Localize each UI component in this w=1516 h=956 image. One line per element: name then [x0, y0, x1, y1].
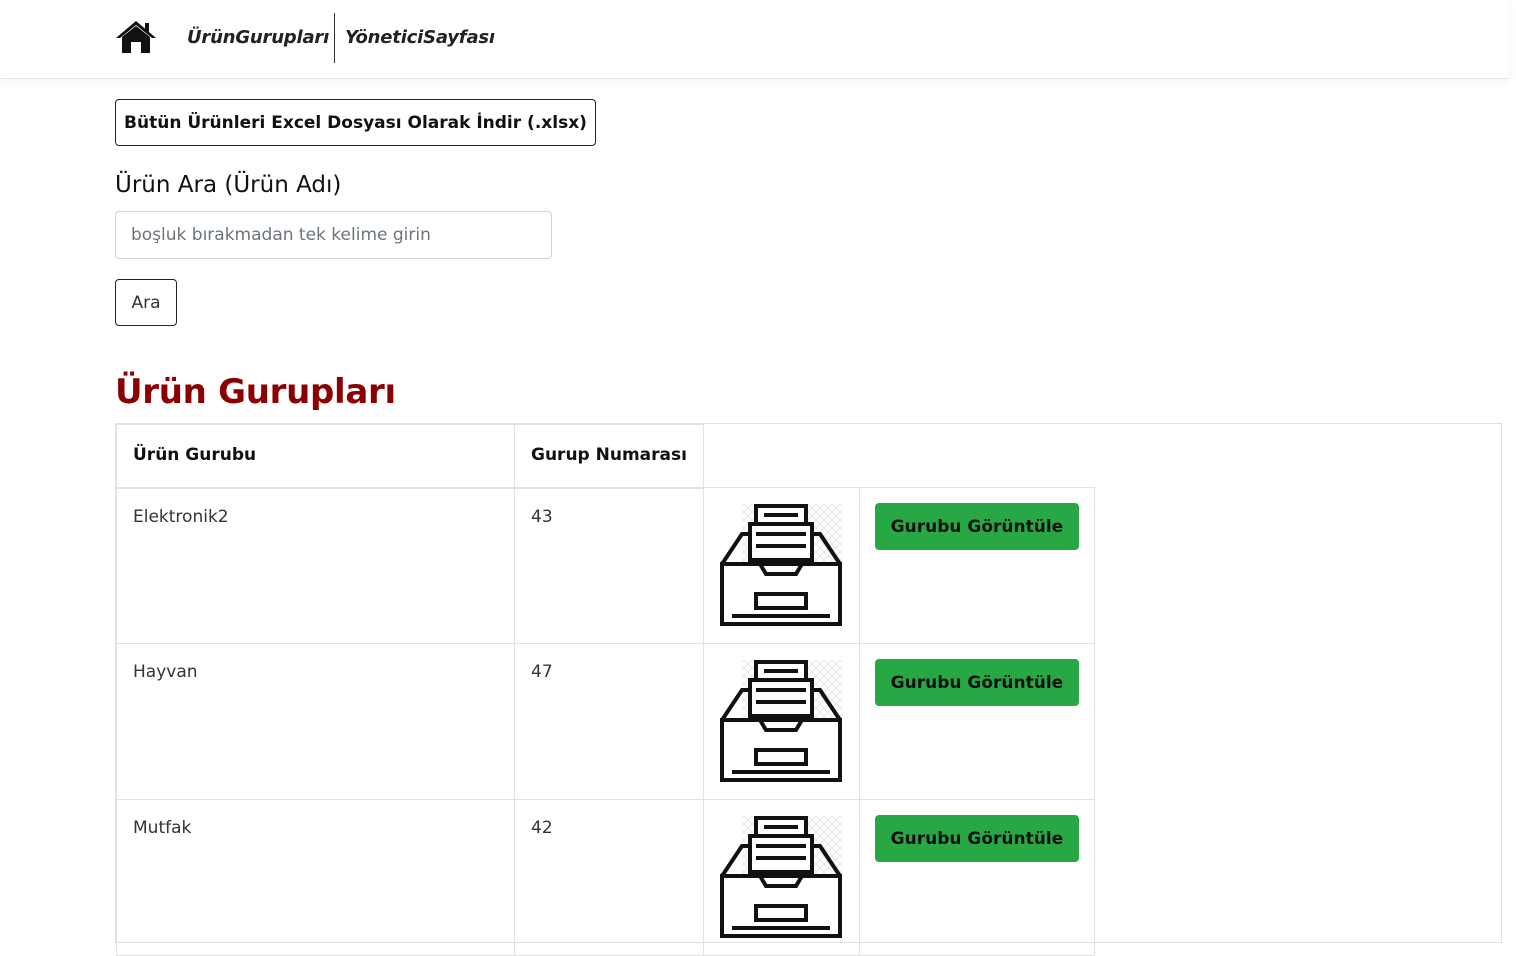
table-row: Hayvan 47 Gurubu Görüntüle: [116, 643, 1095, 800]
group-number: 47: [531, 662, 553, 682]
group-number-cell: 43: [514, 487, 704, 644]
nav-divider: [334, 13, 335, 63]
file-drawer-icon: [719, 660, 842, 782]
group-number: 42: [531, 818, 553, 838]
group-name-cell: Mutfak: [116, 799, 515, 956]
group-name: Elektronik2: [133, 506, 229, 527]
table-header-row: Ürün Gurubu Gurup Numarası: [116, 424, 1095, 489]
group-action-cell: Gurubu Görüntüle: [858, 487, 1095, 644]
nav-link-urun-gurupları[interactable]: ÜrünGurupları: [187, 27, 329, 48]
view-group-button[interactable]: Gurubu Görüntüle: [874, 659, 1079, 706]
view-group-button[interactable]: Gurubu Görüntüle: [874, 815, 1079, 862]
product-groups-table: Ürün Gurubu Gurup Numarası Elektronik2 4…: [115, 423, 1502, 956]
search-label: Ürün Ara (Ürün Adı): [115, 172, 342, 198]
group-number-cell: 42: [514, 799, 704, 956]
file-drawer-icon: [719, 504, 842, 626]
group-number-cell: 47: [514, 643, 704, 800]
navbar: ÜrünGurupları YöneticiSayfası: [0, 0, 1508, 79]
group-name: Hayvan: [133, 662, 198, 682]
table-row: Elektronik2 43 Gurubu Görüntüle: [116, 487, 1095, 644]
download-excel-button[interactable]: Bütün Ürünleri Excel Dosyası Olarak İndi…: [115, 99, 596, 146]
search-button[interactable]: Ara: [115, 279, 177, 326]
header-urun-gurubu: Ürün Gurubu: [116, 424, 515, 489]
group-name-cell: Elektronik2: [116, 487, 515, 644]
table-row: Mutfak 42 Gurubu Görüntüle: [116, 799, 1095, 956]
group-image-cell: [702, 487, 860, 644]
group-name-cell: Hayvan: [116, 643, 515, 800]
file-drawer-icon: [719, 816, 842, 938]
group-action-cell: Gurubu Görüntüle: [858, 643, 1095, 800]
view-group-button[interactable]: Gurubu Görüntüle: [874, 503, 1079, 550]
group-name: Mutfak: [133, 818, 192, 838]
search-input[interactable]: [115, 211, 552, 259]
page-title: Ürün Gurupları: [115, 372, 396, 412]
group-image-cell: [702, 799, 860, 956]
header-gurup-numarasi: Gurup Numarası: [514, 424, 704, 489]
group-number: 43: [531, 506, 553, 527]
group-image-cell: [702, 643, 860, 800]
group-action-cell: Gurubu Görüntüle: [858, 799, 1095, 956]
home-icon[interactable]: [115, 19, 157, 55]
nav-link-yonetici-sayfasi[interactable]: YöneticiSayfası: [345, 27, 495, 48]
